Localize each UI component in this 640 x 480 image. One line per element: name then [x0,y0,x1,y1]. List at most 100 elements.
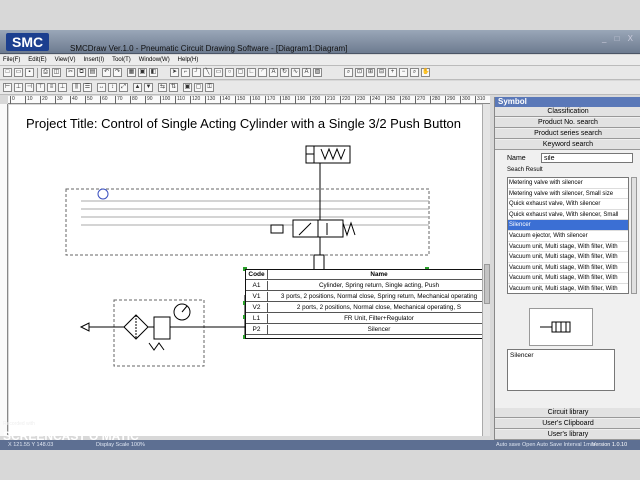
print-preview-icon[interactable]: ◫ [52,68,61,77]
paste-icon[interactable]: ▤ [88,68,97,77]
zoom-out-icon[interactable]: − [399,68,408,77]
list-item-selected[interactable]: Silencer [508,220,628,231]
distribute-h-icon[interactable]: ⫼ [72,83,81,92]
arc-icon[interactable]: ◜ [258,68,267,77]
send-back-icon[interactable]: ▼ [144,83,153,92]
list-item[interactable]: Vacuum unit, Multi stage, With filter, W… [508,273,628,284]
open-folder-icon[interactable]: ▭ [14,68,23,77]
ruler-tick: 70 [115,96,123,104]
list-item[interactable]: Vacuum unit, Multi stage, With filter, W… [508,284,628,293]
grid-icon[interactable]: ▦ [127,68,136,77]
ruler-tick: 190 [295,96,306,104]
scrollbar-thumb[interactable] [484,264,490,304]
align-center-icon[interactable]: ⊥ [14,83,23,92]
copy-icon[interactable]: ⧉ [77,68,86,77]
connect-line-icon[interactable]: ⌐ [181,68,190,77]
tab-product-no-search[interactable]: Product No. search [495,118,640,128]
redo-icon[interactable]: ↷ [113,68,122,77]
group-icon[interactable]: ▣ [183,83,192,92]
zoom-page-icon[interactable]: ⊟ [377,68,386,77]
same-size-icon[interactable]: ⤢ [119,83,128,92]
ellipse-icon[interactable]: ○ [225,68,234,77]
pan-hand-icon[interactable]: ✋ [421,68,430,77]
table-row[interactable]: L1 FR Unit, Filter+Regulator [246,314,482,324]
result-list-scrollbar[interactable] [631,177,637,294]
flip-h-icon[interactable]: ⇆ [158,83,167,92]
zoom-area-icon[interactable]: ⊡ [355,68,364,77]
align-right-icon[interactable]: ⊣ [25,83,34,92]
ungroup-icon[interactable]: ▢ [194,83,203,92]
align-left-icon[interactable]: ⊢ [3,83,12,92]
list-item[interactable]: Metering valve with silencer, Small size [508,189,628,200]
drawing-canvas[interactable]: Project Title: Control of Single Acting … [9,105,482,436]
menu-file[interactable]: File(F) [0,55,23,66]
menu-help[interactable]: Help(H) [175,55,202,66]
tab-circuit-library[interactable]: Circuit library [495,408,640,418]
align-top-icon[interactable]: ⊤ [36,83,45,92]
same-width-icon[interactable]: ↔ [97,83,106,92]
picture-icon[interactable]: ▨ [313,68,322,77]
menu-edit[interactable]: Edit(E) [25,55,49,66]
align-middle-icon[interactable]: ≡ [47,83,56,92]
table-row[interactable]: A1 Cylinder, Spring return, Single actin… [246,281,482,291]
tab-product-series-search[interactable]: Product series search [495,129,640,139]
bring-front-icon[interactable]: ▲ [133,83,142,92]
part-code: A1 [246,281,268,291]
menu-window[interactable]: Window(W) [136,55,173,66]
lock-icon[interactable]: ⚿ [205,83,214,92]
menu-insert[interactable]: Insert(I) [80,55,107,66]
part-name: FR Unit, Filter+Regulator [344,315,414,322]
distribute-v-icon[interactable]: ☰ [83,83,92,92]
select-arrow-icon[interactable]: ➤ [170,68,179,77]
table-row[interactable]: P2 Silencer [246,325,482,335]
list-item[interactable]: Metering valve with silencer [508,178,628,189]
canvas-vertical-scrollbar[interactable] [482,104,490,436]
rotate-icon[interactable]: ↻ [280,68,289,77]
search-result-list[interactable]: Metering valve with silencer Metering va… [507,177,629,294]
text-icon[interactable]: A [269,68,278,77]
tab-classification[interactable]: Classification [495,107,640,117]
symbol-preview[interactable] [529,308,593,346]
zoom-window-icon[interactable]: ⌕ [410,68,419,77]
tab-users-clipboard[interactable]: User's Clipboard [495,419,640,429]
image-icon[interactable]: ▣ [138,68,147,77]
zoom-fit-icon[interactable]: ⊞ [366,68,375,77]
new-file-icon[interactable]: □ [3,68,12,77]
print-icon[interactable]: ⎙ [41,68,50,77]
cursor-coordinates: X 121.55 Y 148.03 [8,442,54,448]
list-item[interactable]: Vacuum ejector, With silencer [508,231,628,242]
zoom-icon[interactable]: ⌕ [344,68,353,77]
curve-icon[interactable]: ∿ [291,68,300,77]
list-item[interactable]: Vacuum unit, Multi stage, With filter, W… [508,263,628,274]
properties-icon[interactable]: ◧ [149,68,158,77]
window-controls[interactable]: _ □ X [602,34,636,43]
rectangle-icon[interactable]: ▭ [214,68,223,77]
menu-tool[interactable]: Tool(T) [109,55,134,66]
table-row[interactable]: V1 3 ports, 2 positions, Normal close, S… [246,292,482,302]
tab-keyword-search[interactable]: Keyword search [495,140,640,150]
ruler-tick: 210 [325,96,336,104]
orthogonal-line-icon[interactable]: ┘ [192,68,201,77]
keyword-input[interactable] [541,153,633,163]
list-item[interactable]: Vacuum unit, Multi stage, With filter, W… [508,252,628,263]
menu-view[interactable]: View(V) [52,55,79,66]
list-item[interactable]: Quick exhaust valve, With silencer, Smal… [508,210,628,221]
save-icon[interactable]: ▪ [25,68,34,77]
align-bottom-icon[interactable]: ⊥ [58,83,67,92]
flip-v-icon[interactable]: ⇅ [169,83,178,92]
parts-list-table[interactable]: Code Name A1 Cylinder, Spring return, Si… [245,269,482,339]
list-item[interactable]: Vacuum unit, Multi stage, With filter, W… [508,242,628,253]
zoom-in-icon[interactable]: + [388,68,397,77]
same-height-icon[interactable]: ↕ [108,83,117,92]
line-icon[interactable]: ╲ [203,68,212,77]
undo-icon[interactable]: ↶ [102,68,111,77]
polyline-icon[interactable]: ∟ [247,68,256,77]
tab-users-library[interactable]: User's library [495,430,640,440]
list-item[interactable]: Quick exhaust valve, With silencer [508,199,628,210]
window-title: SMCDraw Ver.1.0 - Pneumatic Circuit Draw… [70,44,348,53]
cut-icon[interactable]: ✂ [66,68,75,77]
text-box-icon[interactable]: A [302,68,311,77]
rounded-rect-icon[interactable]: ▢ [236,68,245,77]
ruler-tick: 20 [40,96,48,104]
table-row[interactable]: V2 2 ports, 2 positions, Normal close, M… [246,303,482,313]
